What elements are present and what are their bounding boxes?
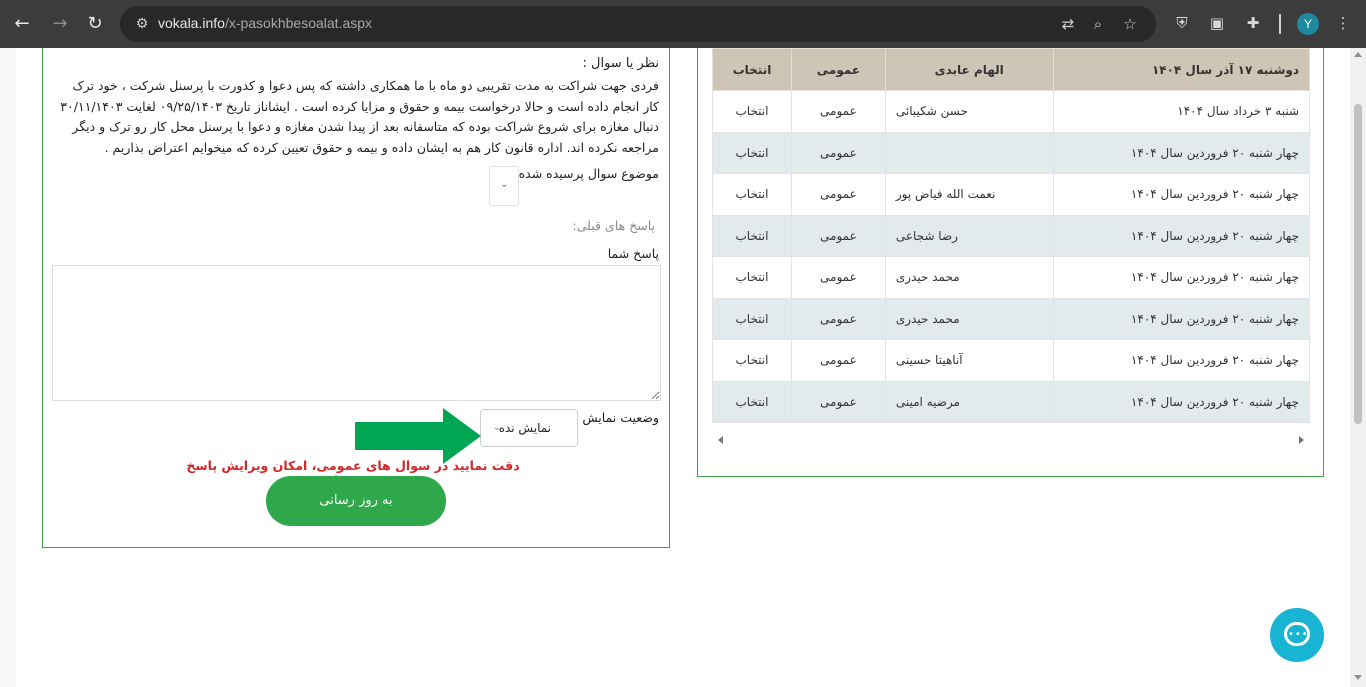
row-select-link[interactable]: انتخاب <box>712 339 792 382</box>
row-select-link[interactable]: انتخاب <box>712 256 792 299</box>
update-button[interactable]: به روز رسانی <box>266 476 446 526</box>
row-name: محمد حیدری <box>884 297 1054 340</box>
questions-table: دوشنبه ۱۷ آذر سال ۱۴۰۴ الهام عابدی عمومی… <box>712 48 1311 423</box>
table-row[interactable]: چهار شنبه ۲۰ فروردین سال ۱۴۰۴ مرضیه امین… <box>712 380 1311 423</box>
chevron-down-icon: ⌄ <box>500 179 509 190</box>
table-row[interactable]: چهار شنبه ۲۰ فروردین سال ۱۴۰۴ آناهیتا حس… <box>712 339 1311 382</box>
scroll-down-icon[interactable] <box>1354 675 1362 680</box>
row-name: نعمت الله فیاض پور <box>884 173 1054 216</box>
row-select-link[interactable]: انتخاب <box>712 90 792 133</box>
row-type: عمومی <box>790 297 886 340</box>
toolbar-divider <box>1279 14 1281 34</box>
row-name: رضا شجاعی <box>884 214 1054 257</box>
previous-answers-label: پاسخ های قبلی: <box>572 218 655 233</box>
url-path: /x-pasokhbesoalat.aspx <box>224 15 373 31</box>
row-date: چهار شنبه ۲۰ فروردین سال ۱۴۰۴ <box>1052 173 1311 216</box>
back-icon[interactable]: ← <box>10 12 34 36</box>
row-name: حسن شکیبائی <box>884 90 1054 133</box>
page-gutter <box>0 48 16 687</box>
your-answer-label: پاسخ شما <box>607 246 659 261</box>
table-header-row: دوشنبه ۱۷ آذر سال ۱۴۰۴ الهام عابدی عمومی… <box>712 48 1311 91</box>
question-text: فردی جهت شراکت به مدت تقریبی دو ماه با م… <box>60 78 659 155</box>
row-date: چهار شنبه ۲۰ فروردین سال ۱۴۰۴ <box>1052 256 1311 299</box>
row-type: عمومی <box>790 380 886 423</box>
row-name <box>884 131 1054 174</box>
subject-label: موضوع سوال پرسیده شده: <box>514 166 659 181</box>
questions-table-panel: دوشنبه ۱۷ آذر سال ۱۴۰۴ الهام عابدی عمومی… <box>697 48 1324 477</box>
row-date: چهار شنبه ۲۰ فروردین سال ۱۴۰۴ <box>1052 131 1311 174</box>
display-status-value: نمایش نده <box>498 421 551 435</box>
row-date: چهار شنبه ۲۰ فروردین سال ۱۴۰۴ <box>1052 339 1311 382</box>
row-name: محمد حیدری <box>884 256 1054 299</box>
scroll-right-icon[interactable] <box>1299 436 1304 444</box>
page-scrollbar[interactable] <box>1350 48 1366 687</box>
extension-icon[interactable]: ▣ <box>1206 12 1228 34</box>
row-date: چهار شنبه ۲۰ فروردین سال ۱۴۰۴ <box>1052 297 1311 340</box>
row-select-link[interactable]: انتخاب <box>712 380 792 423</box>
table-row[interactable]: چهار شنبه ۲۰ فروردین سال ۱۴۰۴ نعمت الله … <box>712 173 1311 216</box>
row-select-link[interactable]: انتخاب <box>712 214 792 257</box>
table-row[interactable]: شنبه ۳ خرداد سال ۱۴۰۴ حسن شکیبائی عمومی … <box>712 90 1311 133</box>
chat-dots-icon: ••• <box>1288 629 1309 640</box>
chevron-down-icon: ⌄ <box>493 423 501 433</box>
row-type: عمومی <box>790 173 886 216</box>
scrollbar-thumb[interactable] <box>1354 104 1362 424</box>
menu-kebab-icon[interactable]: ⋮ <box>1332 12 1354 34</box>
site-settings-icon[interactable]: ⚙ <box>132 14 152 34</box>
row-date: چهار شنبه ۲۰ فروردین سال ۱۴۰۴ <box>1052 380 1311 423</box>
table-row[interactable]: چهار شنبه ۲۰ فروردین سال ۱۴۰۴ محمد حیدری… <box>712 256 1311 299</box>
url-domain: vokala.info <box>158 15 225 31</box>
answer-textarea[interactable] <box>52 265 661 401</box>
row-type: عمومی <box>790 256 886 299</box>
table-row[interactable]: چهار شنبه ۲۰ فروردین سال ۱۴۰۴ محمد حیدری… <box>712 297 1311 340</box>
row-select-link[interactable]: انتخاب <box>712 173 792 216</box>
bookmark-star-icon[interactable]: ☆ <box>1120 14 1140 34</box>
row-type: عمومی <box>790 131 886 174</box>
chat-button[interactable]: ••• <box>1270 608 1324 662</box>
question-label: نظر یا سوال : <box>582 56 659 71</box>
row-date: چهار شنبه ۲۰ فروردین سال ۱۴۰۴ <box>1052 214 1311 257</box>
shield-extension-icon[interactable]: ⛨ <box>1171 12 1193 34</box>
zoom-icon[interactable]: ⌕ <box>1088 14 1108 34</box>
header-type: عمومی <box>790 48 886 91</box>
row-select-link[interactable]: انتخاب <box>712 131 792 174</box>
puzzle-extensions-icon[interactable]: ✚ <box>1242 12 1264 34</box>
reload-icon[interactable]: ↻ <box>83 12 107 36</box>
green-arrow-annotation <box>355 408 481 464</box>
forward-icon[interactable]: → <box>48 12 72 36</box>
display-status-select[interactable]: نمایش نده ⌄ <box>480 409 578 447</box>
address-bar[interactable]: ⚙ vokala.info/x-pasokhbesoalat.aspx ⇄ ⌕ … <box>120 6 1156 42</box>
header-select: انتخاب <box>712 48 792 91</box>
scroll-up-icon[interactable] <box>1354 52 1362 57</box>
table-row[interactable]: چهار شنبه ۲۰ فروردین سال ۱۴۰۴ عمومی انتخ… <box>712 131 1311 174</box>
answer-form-panel: نظر یا سوال : فردی جهت شراکت به مدت تقری… <box>42 48 670 548</box>
row-type: عمومی <box>790 339 886 382</box>
row-name: آناهیتا حسینی <box>884 339 1054 382</box>
subject-select[interactable]: ⌄ <box>489 166 519 206</box>
profile-avatar[interactable]: Y <box>1297 13 1319 35</box>
row-select-link[interactable]: انتخاب <box>712 297 792 340</box>
row-date: شنبه ۳ خرداد سال ۱۴۰۴ <box>1052 90 1311 133</box>
row-type: عمومی <box>790 90 886 133</box>
header-name: الهام عابدی <box>884 48 1054 91</box>
table-horizontal-scrollbar[interactable] <box>712 434 1310 448</box>
header-date: دوشنبه ۱۷ آذر سال ۱۴۰۴ <box>1052 48 1311 91</box>
table-row[interactable]: چهار شنبه ۲۰ فروردین سال ۱۴۰۴ رضا شجاعی … <box>712 214 1311 257</box>
row-type: عمومی <box>790 214 886 257</box>
translate-icon[interactable]: ⇄ <box>1058 14 1078 34</box>
url-text[interactable]: vokala.info/x-pasokhbesoalat.aspx <box>158 15 372 31</box>
display-status-label: وضعیت نمایش <box>582 410 659 425</box>
scroll-left-icon[interactable] <box>718 436 723 444</box>
row-name: مرضیه امینی <box>884 380 1054 423</box>
browser-toolbar: ← → ↻ ⚙ vokala.info/x-pasokhbesoalat.asp… <box>0 0 1366 48</box>
